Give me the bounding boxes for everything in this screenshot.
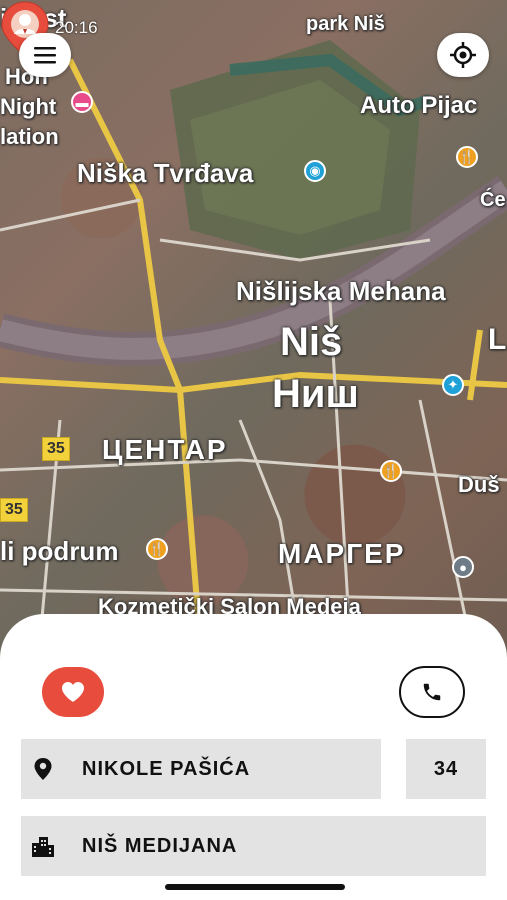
map-view[interactable]: i Krst Hon Night ▬ lation park Niš Auto … xyxy=(0,0,507,660)
call-button[interactable] xyxy=(399,666,465,718)
my-location-button[interactable] xyxy=(437,33,489,77)
hamburger-icon xyxy=(34,47,56,64)
road-number-35: 35 xyxy=(0,498,28,522)
map-label-marger: МАРГЕР xyxy=(278,538,406,569)
home-indicator[interactable] xyxy=(165,884,345,890)
map-label-tvrdjava: Niška Tvrđava xyxy=(77,158,254,188)
city-value: NIŠ MEDIJANA xyxy=(82,834,238,857)
map-label-dus: Duš xyxy=(458,472,500,497)
map-marker-icon xyxy=(34,758,52,780)
status-time: 20:16 xyxy=(55,18,98,37)
street-field[interactable]: NIKOLE PAŠIĆA xyxy=(21,739,381,799)
hotel-icon[interactable]: ▬ xyxy=(71,91,93,113)
shopping-icon[interactable]: ✦ xyxy=(442,374,464,396)
map-label-nis-cyrillic: Ниш xyxy=(272,372,359,416)
map-label-night: Night xyxy=(0,94,57,119)
map-label-park: park Niš xyxy=(306,13,385,35)
city-buildings-icon xyxy=(32,837,54,857)
menu-button[interactable] xyxy=(19,33,71,77)
road-number-35: 35 xyxy=(42,437,70,461)
map-label-mehana: Nišlijska Mehana xyxy=(236,276,446,306)
favorite-button[interactable] xyxy=(42,667,104,717)
heart-icon xyxy=(62,682,84,702)
camera-icon[interactable]: ◉ xyxy=(304,160,326,182)
house-number-field[interactable]: 34 xyxy=(406,739,486,799)
restaurant-icon[interactable]: 🍴 xyxy=(380,460,402,482)
house-number-value: 34 xyxy=(433,757,459,780)
place-icon[interactable]: ● xyxy=(452,556,474,578)
city-field[interactable]: NIŠ MEDIJANA xyxy=(21,816,486,876)
restaurant-icon[interactable]: 🍴 xyxy=(456,146,478,168)
map-label-l: L xyxy=(488,323,507,356)
map-label-auto-pijaca: Auto Pijac xyxy=(360,92,478,119)
restaurant-icon[interactable]: 🍴 xyxy=(146,538,168,560)
map-label-nis-latin: Niš xyxy=(280,320,343,364)
phone-icon xyxy=(423,683,441,701)
map-label-ce: Će xyxy=(480,189,506,211)
street-value: NIKOLE PAŠIĆA xyxy=(82,757,251,780)
target-icon xyxy=(450,42,476,68)
map-label-nation: lation xyxy=(0,124,59,149)
map-label-podrum: li podrum xyxy=(0,536,119,566)
map-label-centar: ЦЕНТАР xyxy=(102,434,228,465)
